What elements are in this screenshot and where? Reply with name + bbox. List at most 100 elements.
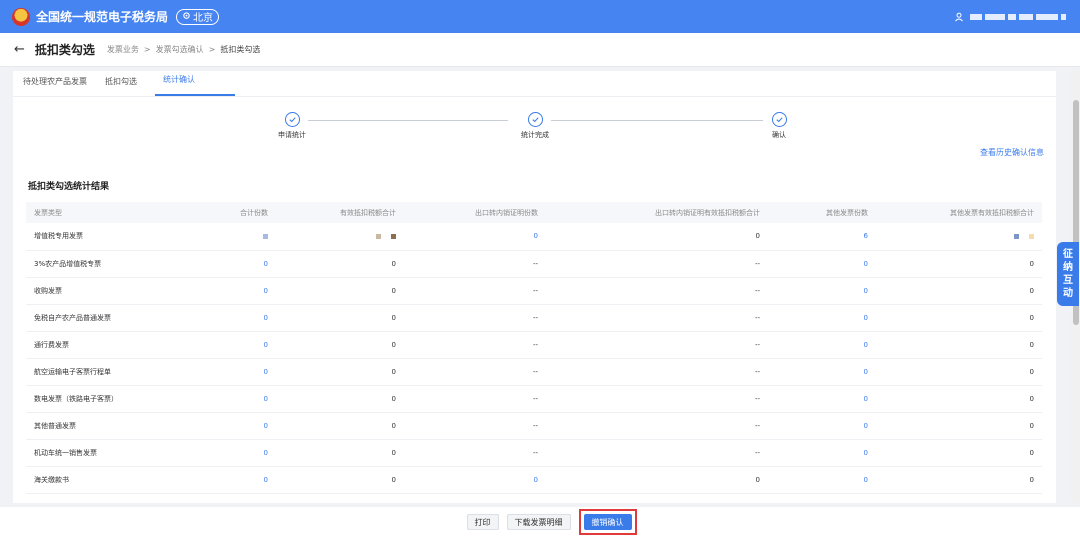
tax-total-cell: [276, 223, 404, 251]
invoice-type-cell: 增值税专用发票: [26, 223, 166, 251]
side-tab-char: 征: [1063, 249, 1073, 260]
breadcrumb-bar: ← 抵扣类勾选 发票业务 > 发票勾选确认 > 抵扣类勾选: [0, 33, 1080, 67]
export-tax-cell: 0: [546, 223, 768, 251]
breadcrumb-item[interactable]: 发票业务: [107, 44, 139, 55]
other-tax-cell: 0: [876, 250, 1042, 278]
tax-total-cell: 0: [276, 385, 404, 413]
tax-total-cell: 0: [276, 277, 404, 305]
export-count-cell: --: [404, 250, 546, 278]
site-title: 全国统一规范电子税务局: [36, 10, 169, 24]
step-statistics-complete: 统计完成: [500, 112, 570, 140]
export-tax-cell: --: [546, 250, 768, 278]
step-apply-statistics: 申请统计: [257, 112, 327, 140]
highlight-box: 撤销确认: [578, 509, 637, 535]
column-header: 出口转内销证明份数: [404, 202, 546, 223]
other-tax-cell: 0: [876, 304, 1042, 332]
total-count-cell[interactable]: 0: [166, 439, 276, 467]
redacted-value: [391, 233, 396, 239]
export-count-cell: --: [404, 277, 546, 305]
tab-statistics-confirm[interactable]: 统计确认: [155, 74, 235, 96]
download-invoice-details-button[interactable]: 下载发票明细: [506, 514, 571, 530]
total-count-cell[interactable]: 0: [166, 304, 276, 332]
breadcrumb: 发票业务 > 发票勾选确认 > 抵扣类勾选: [107, 44, 260, 55]
breadcrumb-separator: >: [208, 45, 216, 54]
export-count-cell[interactable]: 0: [404, 223, 546, 251]
column-header: 其他发票份数: [768, 202, 876, 223]
other-tax-cell: 0: [876, 277, 1042, 305]
action-bar: 打印 下载发票明细 撤销确认: [0, 507, 1080, 537]
top-header: 全国统一规范电子税务局 北京: [0, 0, 1080, 33]
check-circle-icon: [771, 112, 787, 127]
export-count-cell: --: [404, 304, 546, 332]
view-history-link[interactable]: 查看历史确认信息: [980, 147, 1044, 158]
check-circle-icon: [527, 112, 543, 127]
redacted-value: [1014, 233, 1019, 239]
tax-total-cell: 0: [276, 439, 404, 467]
side-tab-char: 动: [1063, 288, 1073, 299]
tax-total-cell: 0: [276, 358, 404, 386]
export-tax-cell: 0: [546, 466, 768, 494]
redacted-value: [263, 233, 268, 239]
export-tax-cell: --: [546, 331, 768, 359]
main-card: 待处理农产品发票 抵扣勾选 统计确认 申请统计 统计完成 确认 查看历史确认信息…: [13, 71, 1056, 503]
total-count-cell[interactable]: 0: [166, 358, 276, 386]
print-button[interactable]: 打印: [466, 514, 499, 530]
invoice-type-cell: 机动车统一销售发票: [26, 439, 166, 467]
location-pin-icon: [183, 12, 190, 19]
total-count-cell[interactable]: 0: [166, 412, 276, 440]
statistics-table: 发票类型 合计份数 有效抵扣税额合计 出口转内销证明份数 出口转内销证明有效抵扣…: [26, 202, 1042, 494]
export-tax-cell: --: [546, 385, 768, 413]
export-tax-cell: --: [546, 412, 768, 440]
export-count-cell[interactable]: 0: [404, 466, 546, 494]
other-count-cell[interactable]: 0: [768, 304, 876, 332]
column-header: 出口转内销证明有效抵扣税额合计: [546, 202, 768, 223]
other-tax-cell: 0: [876, 385, 1042, 413]
arrow-left-icon[interactable]: ←: [14, 42, 25, 57]
progress-steps: 申请统计 统计完成 确认: [13, 97, 1056, 153]
column-header: 发票类型: [26, 202, 166, 223]
other-tax-cell: [876, 223, 1042, 251]
tax-total-cell: 0: [276, 250, 404, 278]
other-count-cell[interactable]: 0: [768, 385, 876, 413]
tab-deduction-selection[interactable]: 抵扣勾选: [105, 76, 146, 96]
user-menu[interactable]: [954, 12, 1066, 22]
table-row: 其他普通发票 0 0 -- -- 0 0: [26, 412, 1042, 440]
table-row: 3%农产品增值税专票 0 0 -- -- 0 0: [26, 250, 1042, 278]
total-count-cell[interactable]: 0: [166, 385, 276, 413]
invoice-type-cell: 航空运输电子客票行程单: [26, 358, 166, 386]
total-count-cell[interactable]: 0: [166, 250, 276, 278]
export-tax-cell: --: [546, 439, 768, 467]
total-count-cell[interactable]: 0: [166, 331, 276, 359]
user-icon: [955, 12, 963, 21]
other-count-cell[interactable]: 0: [768, 250, 876, 278]
other-count-cell[interactable]: 0: [768, 358, 876, 386]
tab-pending-agri-invoices[interactable]: 待处理农产品发票: [23, 76, 96, 96]
tax-emblem-logo: [12, 7, 30, 26]
breadcrumb-current: 抵扣类勾选: [220, 45, 261, 54]
other-count-cell[interactable]: 0: [768, 277, 876, 305]
total-count-cell[interactable]: 0: [166, 277, 276, 305]
export-tax-cell: --: [546, 358, 768, 386]
invoice-type-cell: 海关缴款书: [26, 466, 166, 494]
table-row: 通行费发票 0 0 -- -- 0 0: [26, 331, 1042, 359]
taxpayer-interaction-tab[interactable]: 征 纳 互 动: [1057, 242, 1079, 306]
other-count-cell[interactable]: 0: [768, 466, 876, 494]
other-count-cell[interactable]: 0: [768, 331, 876, 359]
table-row: 机动车统一销售发票 0 0 -- -- 0 0: [26, 439, 1042, 467]
other-count-cell[interactable]: 0: [768, 439, 876, 467]
page-title: 抵扣类勾选: [34, 43, 95, 57]
tax-total-cell: 0: [276, 466, 404, 494]
breadcrumb-item[interactable]: 发票勾选确认: [156, 44, 204, 55]
other-count-cell[interactable]: 0: [768, 412, 876, 440]
tax-total-cell: 0: [276, 304, 404, 332]
other-tax-cell: 0: [876, 412, 1042, 440]
step-connector: [551, 120, 763, 121]
location-selector[interactable]: 北京: [176, 8, 220, 25]
other-tax-cell: 0: [876, 439, 1042, 467]
total-count-cell[interactable]: 0: [166, 466, 276, 494]
table-row: 航空运输电子客票行程单 0 0 -- -- 0 0: [26, 358, 1042, 386]
step-connector: [308, 120, 508, 121]
other-count-cell[interactable]: 6: [768, 223, 876, 251]
revoke-confirm-button[interactable]: 撤销确认: [583, 514, 632, 530]
breadcrumb-separator: >: [143, 45, 151, 54]
